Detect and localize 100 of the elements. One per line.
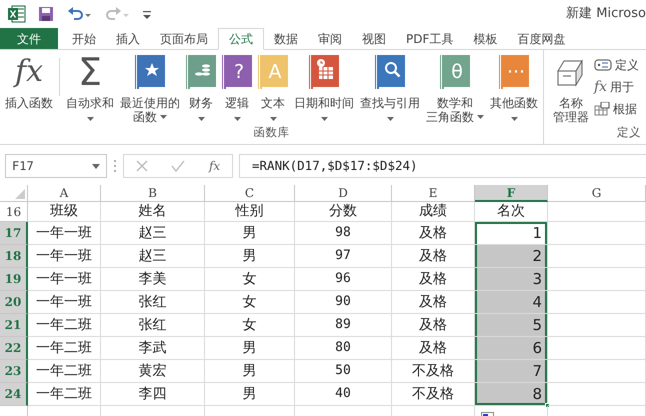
save-icon[interactable] <box>38 6 54 22</box>
row-header[interactable]: 23 <box>0 360 28 383</box>
table-cell: 一年二班 <box>28 314 101 337</box>
tag-icon <box>594 59 612 71</box>
excel-logo-icon <box>8 5 26 23</box>
table-cell: 96 <box>295 268 392 291</box>
ribbon-tab[interactable]: 页面布局 <box>150 28 218 49</box>
column-header[interactable]: A <box>28 185 101 202</box>
check-icon[interactable] <box>171 160 186 172</box>
row-header[interactable]: 16 <box>0 202 28 222</box>
table-cell: 1 <box>475 222 548 245</box>
function-icon: fx <box>594 76 608 98</box>
table-cell: 一年一班 <box>28 268 101 291</box>
table-cell: 一年二班 <box>28 383 101 406</box>
table-cell: 一年一班 <box>28 245 101 268</box>
ribbon-button[interactable]: 日期和时间 <box>291 54 357 124</box>
ribbon-tab[interactable]: 插入 <box>106 28 150 49</box>
table-cell: 98 <box>295 222 392 245</box>
file-menu-tab[interactable]: 文件 <box>0 28 58 49</box>
table-cell: 6 <box>475 337 548 360</box>
column-header[interactable]: C <box>205 185 295 202</box>
customize-icon[interactable] <box>142 8 152 20</box>
table-cell: 女 <box>205 291 295 314</box>
table-cell: 7 <box>475 360 548 383</box>
row-header[interactable]: 17 <box>0 222 28 245</box>
table-cell: 李武 <box>101 337 205 360</box>
table-cell: 90 <box>295 291 392 314</box>
row-header[interactable]: 21 <box>0 314 28 337</box>
column-header[interactable]: F <box>475 185 548 202</box>
table-cell: 一年一班 <box>28 222 101 245</box>
table-cell: 女 <box>205 268 295 291</box>
table-cell: 张红 <box>101 314 205 337</box>
row-header[interactable]: 24 <box>0 383 28 406</box>
table-cell: 张红 <box>101 291 205 314</box>
ribbon-button[interactable]: A 文本 <box>255 54 291 124</box>
row-header[interactable]: 20 <box>0 291 28 314</box>
ribbon-tab[interactable]: 视图 <box>352 28 396 49</box>
ribbon-tab[interactable]: 审阅 <box>308 28 352 49</box>
table-cell: 女 <box>205 314 295 337</box>
table-cell: 5 <box>475 314 548 337</box>
dropdown-icon[interactable] <box>92 164 100 168</box>
formula-field[interactable]: =RANK(D17,$D$17:$D$24) <box>239 154 646 178</box>
table-cell: 97 <box>295 245 392 268</box>
ribbon-tab[interactable]: PDF工具 <box>396 28 464 49</box>
fill-handle[interactable] <box>545 403 550 408</box>
table-icon <box>594 102 610 116</box>
grip-icon <box>113 159 117 173</box>
column-header[interactable]: B <box>101 185 205 202</box>
column-header[interactable]: G <box>548 185 646 202</box>
table-cell: 黄宏 <box>101 360 205 383</box>
table-cell: 赵三 <box>101 245 205 268</box>
insert-function-button[interactable]: fx <box>208 157 220 175</box>
table-cell: 一年一班 <box>28 291 101 314</box>
table-cell: 一年二班 <box>28 360 101 383</box>
table-cell: 8 <box>475 383 548 406</box>
ribbon-button[interactable]: fx 插入函数 <box>2 54 56 124</box>
table-cell: 4 <box>475 291 548 314</box>
table-cell: 一年二班 <box>28 337 101 360</box>
ribbon-tab[interactable]: 开始 <box>62 28 106 49</box>
row-header[interactable]: 18 <box>0 245 28 268</box>
ribbon-small-button[interactable]: 根据 <box>592 98 641 120</box>
table-cell: 赵三 <box>101 222 205 245</box>
ribbon-button[interactable]: Σ 自动求和 <box>63 54 117 124</box>
ribbon-tab[interactable]: 公式 <box>218 28 264 50</box>
table-cell: 40 <box>295 383 392 406</box>
table-cell: 男 <box>205 360 295 383</box>
undo-icon[interactable] <box>66 6 92 22</box>
table-cell: 89 <box>295 314 392 337</box>
table-cell: 男 <box>205 245 295 268</box>
table-cell: 李美 <box>101 268 205 291</box>
row-header[interactable]: 19 <box>0 268 28 291</box>
table-cell: 性别 <box>205 202 295 222</box>
ribbon-button[interactable]: 财务 <box>183 54 219 124</box>
column-header[interactable]: E <box>392 185 475 202</box>
column-header[interactable]: D <box>295 185 392 202</box>
table-cell: 名次 <box>475 202 548 222</box>
ribbon-button[interactable]: 查找与引用 <box>357 54 423 124</box>
ribbon-button[interactable]: ··· 其他函数 <box>487 54 541 124</box>
ribbon-button[interactable]: θ 数学和 三角函数 <box>423 54 487 124</box>
row-header[interactable]: 22 <box>0 337 28 360</box>
group-label: 函数库 <box>252 124 290 141</box>
table-cell: 50 <box>295 360 392 383</box>
table-cell: 3 <box>475 268 548 291</box>
table-cell: 成绩 <box>392 202 475 222</box>
table-cell: 男 <box>205 222 295 245</box>
ribbon-button[interactable]: 名称 管理器 <box>550 54 592 124</box>
ribbon-button[interactable]: ? 逻辑 <box>219 54 255 124</box>
table-cell: 姓名 <box>101 202 205 222</box>
table-cell: 班级 <box>28 202 101 222</box>
table-cell: 2 <box>475 245 548 268</box>
sum-icon: Σ <box>78 53 102 91</box>
ribbon-tab[interactable]: 模板 <box>463 28 508 49</box>
ribbon-button[interactable]: 最近使用的 函数 <box>117 54 183 124</box>
table-cell: 80 <box>295 337 392 360</box>
name-box[interactable]: F17 <box>5 154 107 178</box>
table-cell: 李四 <box>101 383 205 406</box>
ribbon-tab[interactable]: 百度网盘 <box>507 28 576 49</box>
ribbon-tab[interactable]: 数据 <box>264 28 308 49</box>
ribbon-small-button[interactable]: fx 用于 <box>592 76 641 98</box>
ribbon-small-button[interactable]: 定义 <box>592 54 641 76</box>
